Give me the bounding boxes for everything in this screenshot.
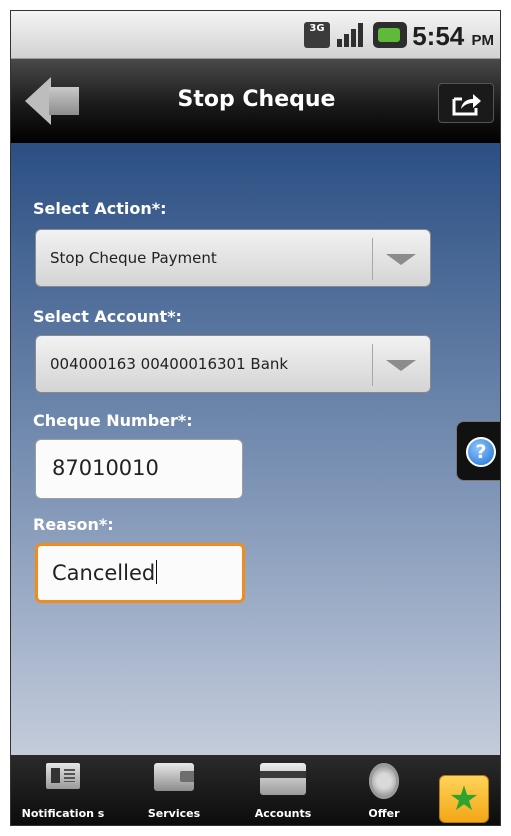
tab-services-label: Services — [147, 807, 201, 820]
tab-notifications[interactable]: Notification s — [13, 755, 113, 825]
select-account-label: Select Account*: — [33, 307, 182, 326]
reason-label: Reason*: — [33, 515, 114, 534]
chevron-down-icon — [386, 360, 416, 371]
cheque-number-label: Cheque Number*: — [33, 411, 193, 430]
favorites-button[interactable]: ★ — [439, 775, 489, 823]
title-bar: Stop Cheque — [11, 59, 500, 143]
chevron-down-icon — [386, 254, 416, 265]
select-action-value: Stop Cheque Payment — [50, 249, 217, 267]
share-button[interactable] — [438, 83, 494, 123]
help-icon: ? — [466, 437, 496, 467]
select-action-label: Select Action*: — [33, 199, 167, 218]
tab-offer[interactable]: Offer — [344, 755, 424, 825]
credit-card-icon — [260, 763, 306, 795]
clock-time: 5:54 — [412, 21, 465, 51]
tab-offer-label: Offer — [368, 807, 400, 820]
star-icon: ★ — [448, 779, 480, 819]
reason-value: Cancelled — [52, 561, 156, 585]
tab-accounts-label: Accounts — [254, 807, 312, 820]
reason-field[interactable]: Cancelled — [35, 543, 245, 603]
page-title: Stop Cheque — [177, 87, 336, 112]
cheque-number-value: 87010010 — [52, 456, 159, 480]
form-area: Select Action*: Stop Cheque Payment Sele… — [11, 143, 500, 755]
help-button[interactable]: ? — [456, 421, 500, 481]
select-account-dropdown[interactable]: 004000163 00400016301 Bank — [35, 335, 431, 393]
clock: 5:54 PM — [412, 21, 494, 52]
bottom-tab-bar: Notification s Services Accounts Offer ★ — [11, 755, 500, 825]
network-3g-icon: 3G — [304, 22, 330, 48]
signal-icon — [337, 22, 365, 48]
select-account-value: 004000163 00400016301 Bank — [50, 355, 289, 373]
wallet-icon — [154, 763, 194, 791]
gear-icon — [369, 763, 399, 799]
status-bar: 3G 5:54 PM — [11, 11, 500, 59]
phone-screen: 3G 5:54 PM Stop Cheque Select Action*: S… — [10, 10, 501, 826]
tab-accounts[interactable]: Accounts — [233, 755, 333, 825]
share-icon — [452, 94, 481, 116]
notification-card-icon — [46, 763, 80, 789]
tab-services[interactable]: Services — [124, 755, 224, 825]
clock-ampm: PM — [471, 32, 495, 49]
tab-notifications-label: Notification s — [21, 807, 105, 820]
reason-value-wrap: Cancelled — [52, 560, 158, 585]
text-cursor — [156, 560, 158, 584]
select-action-dropdown[interactable]: Stop Cheque Payment — [35, 229, 431, 287]
battery-icon — [373, 22, 407, 48]
cheque-number-field[interactable]: 87010010 — [35, 439, 243, 499]
